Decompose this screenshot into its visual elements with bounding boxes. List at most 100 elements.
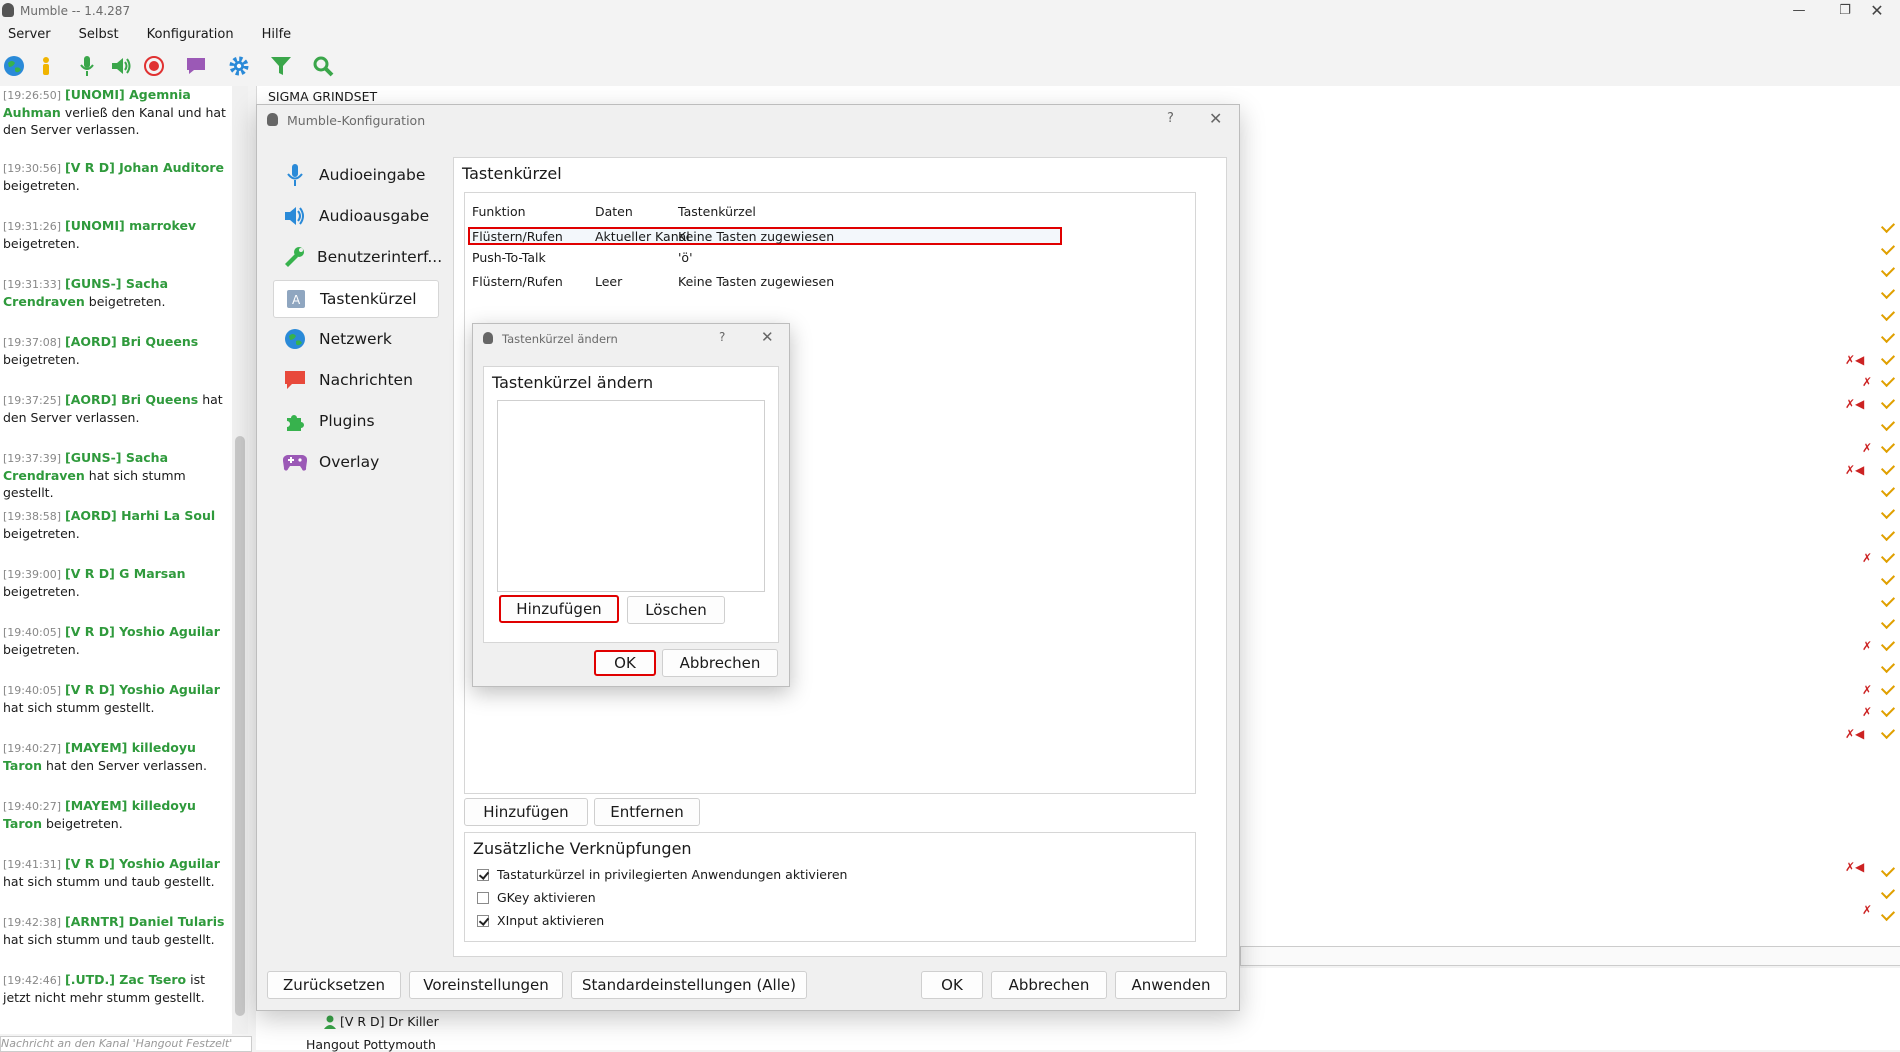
chat-entry: [19:42:46] [.UTD.] Zac Tsero ist jetzt n…: [3, 972, 205, 1005]
apply-button[interactable]: Anwenden: [1115, 971, 1227, 999]
extra-bindings-group: Zusätzliche Verknüpfungen Tastaturkürzel…: [464, 832, 1196, 942]
privileged-apps-checkbox[interactable]: [477, 869, 489, 881]
cell-daten: Aktueller Kanal: [595, 229, 690, 244]
help-button[interactable]: ?: [1167, 111, 1174, 126]
mumble-logo-icon: [2, 3, 14, 17]
muted-icon: ✗: [1862, 903, 1873, 917]
ok-button[interactable]: OK: [594, 650, 656, 676]
chat-icon[interactable]: [183, 53, 209, 79]
checkbox-label: Tastaturkürzel in privilegierten Anwendu…: [497, 867, 848, 882]
nav-overlay[interactable]: Overlay: [273, 444, 437, 480]
add-shortcut-button[interactable]: Hinzufügen: [464, 798, 588, 826]
column-header[interactable]: Daten: [595, 204, 633, 219]
add-key-button[interactable]: Hinzufügen: [499, 595, 619, 623]
nav-audioeingabe[interactable]: Audioeingabe: [273, 157, 437, 193]
chat-entry: [19:31:33] [GUNS-] Sacha Crendraven beig…: [3, 276, 169, 309]
nav-audioausgabe[interactable]: Audioausgabe: [273, 198, 437, 234]
cell-tastenkuerzel: Keine Tasten zugewiesen: [678, 229, 835, 244]
dialog-title: Mumble-Konfiguration: [287, 113, 426, 128]
defaults-button[interactable]: Standardeinstellungen (Alle): [571, 971, 807, 999]
nav-netzwerk[interactable]: Netzwerk: [273, 321, 437, 357]
cell-daten: Leer: [595, 274, 623, 289]
remove-shortcut-button[interactable]: Entfernen: [594, 798, 700, 826]
key-list[interactable]: [497, 400, 765, 592]
chat-entry: [19:40:27] [MAYEM] killedoyu Taron beige…: [3, 798, 196, 831]
chat-entry: [19:40:05] [V R D] Yoshio Aguilar hat si…: [3, 682, 220, 715]
muted-icon: ✗: [1862, 639, 1873, 653]
close-icon[interactable]: ✕: [761, 328, 774, 346]
chat-entry: [19:37:08] [AORD] Bri Queens beigetreten…: [3, 334, 199, 367]
muted-deafened-icon: ✗◀: [1845, 463, 1865, 477]
splitter[interactable]: [1240, 946, 1900, 966]
table-row[interactable]: Flüstern/Rufen Leer Keine Tasten zugewie…: [468, 273, 1062, 291]
chat-entry: [19:37:39] [GUNS-] Sacha Crendraven hat …: [3, 450, 186, 500]
menu-hilfe[interactable]: Hilfe: [254, 25, 300, 44]
cancel-button[interactable]: Abbrechen: [662, 649, 778, 677]
speaker-icon: [283, 204, 307, 228]
microphone-icon[interactable]: [74, 53, 100, 79]
chat-log[interactable]: [19:26:50] [UNOMI] Agemnia Auhman verlie…: [0, 86, 233, 1034]
muted-icon: ✗: [1862, 705, 1873, 719]
help-button[interactable]: ?: [719, 330, 725, 344]
gear-icon[interactable]: [226, 53, 252, 79]
channel-title[interactable]: SIGMA GRINDSET: [268, 89, 377, 104]
menu-bar: Server Selbst Konfiguration Hilfe: [0, 25, 299, 47]
cell-funktion: Push-To-Talk: [472, 250, 546, 265]
record-icon[interactable]: [141, 53, 167, 79]
close-icon[interactable]: ✕: [1209, 109, 1222, 128]
mumble-logo-icon: [267, 113, 278, 126]
cell-tastenkuerzel: 'ö': [678, 250, 693, 265]
scrollbar-thumb[interactable]: [235, 436, 245, 1016]
shortcut-group: Tastenkürzel ändern Hinzufügen Löschen: [483, 366, 779, 643]
puzzle-icon: [283, 409, 307, 433]
nav-tastenkuerzel[interactable]: A Tastenkürzel: [273, 280, 439, 318]
muted-icon: ✗: [1862, 375, 1873, 389]
menu-selbst[interactable]: Selbst: [71, 25, 127, 44]
window-title: Mumble -- 1.4.287: [20, 4, 131, 18]
reset-button[interactable]: Zurücksetzen: [267, 971, 401, 999]
column-header[interactable]: Tastenkürzel: [678, 204, 756, 219]
cancel-button[interactable]: Abbrechen: [991, 971, 1107, 999]
chat-entry: [19:40:05] [V R D] Yoshio Aguilar beiget…: [3, 624, 220, 657]
table-row-selected[interactable]: Flüstern/Rufen Aktueller Kanal Keine Tas…: [468, 227, 1062, 245]
filter-icon[interactable]: [268, 53, 294, 79]
dialog-title: Tastenkürzel ändern: [502, 332, 618, 346]
xinput-checkbox[interactable]: [477, 915, 489, 927]
title-bar: Mumble -- 1.4.287 — ❐ ✕: [0, 0, 1900, 22]
group-title: Tastenkürzel ändern: [492, 373, 654, 392]
presets-button[interactable]: Voreinstellungen: [409, 971, 563, 999]
chat-entry: [19:26:50] [UNOMI] Agemnia Auhman verlie…: [3, 87, 226, 137]
checkbox-label: GKey aktivieren: [497, 890, 596, 905]
group-title: Zusätzliche Verknüpfungen: [473, 839, 692, 858]
close-button[interactable]: ✕: [1854, 0, 1900, 22]
minimize-button[interactable]: —: [1776, 0, 1822, 22]
nav-plugins[interactable]: Plugins: [273, 403, 437, 439]
muted-icon: ✗: [1862, 683, 1873, 697]
chat-entry: [19:42:38] [ARNTR] Daniel Tularis hat si…: [3, 914, 225, 947]
message-placeholder: Nachricht an den Kanal 'Hangout Festzelt…: [1, 1037, 233, 1050]
mumble-logo-icon: [483, 332, 493, 344]
muted-deafened-icon: ✗◀: [1845, 353, 1865, 367]
gkey-checkbox[interactable]: [477, 892, 489, 904]
muted-icon: ✗: [1862, 441, 1873, 455]
globe-icon[interactable]: [1, 53, 27, 79]
delete-key-button[interactable]: Löschen: [627, 596, 725, 624]
nav-benutzerinterface[interactable]: Benutzerinterf...: [273, 239, 442, 275]
menu-server[interactable]: Server: [0, 25, 59, 44]
user-icon: [324, 1015, 336, 1029]
checkbox-label: XInput aktivieren: [497, 913, 605, 928]
svg-text:A: A: [292, 293, 301, 307]
user-name[interactable]: [V R D] Dr Killer: [340, 1014, 439, 1029]
cell-tastenkuerzel: Keine Tasten zugewiesen: [678, 274, 835, 289]
search-icon[interactable]: [310, 53, 336, 79]
chat-scrollbar[interactable]: [232, 86, 248, 1034]
table-row[interactable]: Push-To-Talk 'ö': [468, 249, 1062, 267]
ok-button[interactable]: OK: [921, 971, 983, 999]
speaker-icon[interactable]: [108, 53, 134, 79]
info-icon[interactable]: [33, 53, 59, 79]
column-header[interactable]: Funktion: [472, 204, 526, 219]
chat-entry: [19:41:31] [V R D] Yoshio Aguilar hat si…: [3, 856, 220, 889]
nav-nachrichten[interactable]: Nachrichten: [273, 362, 437, 398]
chat-entry: [19:30:56] [V R D] Johan Auditore beiget…: [3, 160, 224, 193]
menu-konfiguration[interactable]: Konfiguration: [139, 25, 242, 44]
